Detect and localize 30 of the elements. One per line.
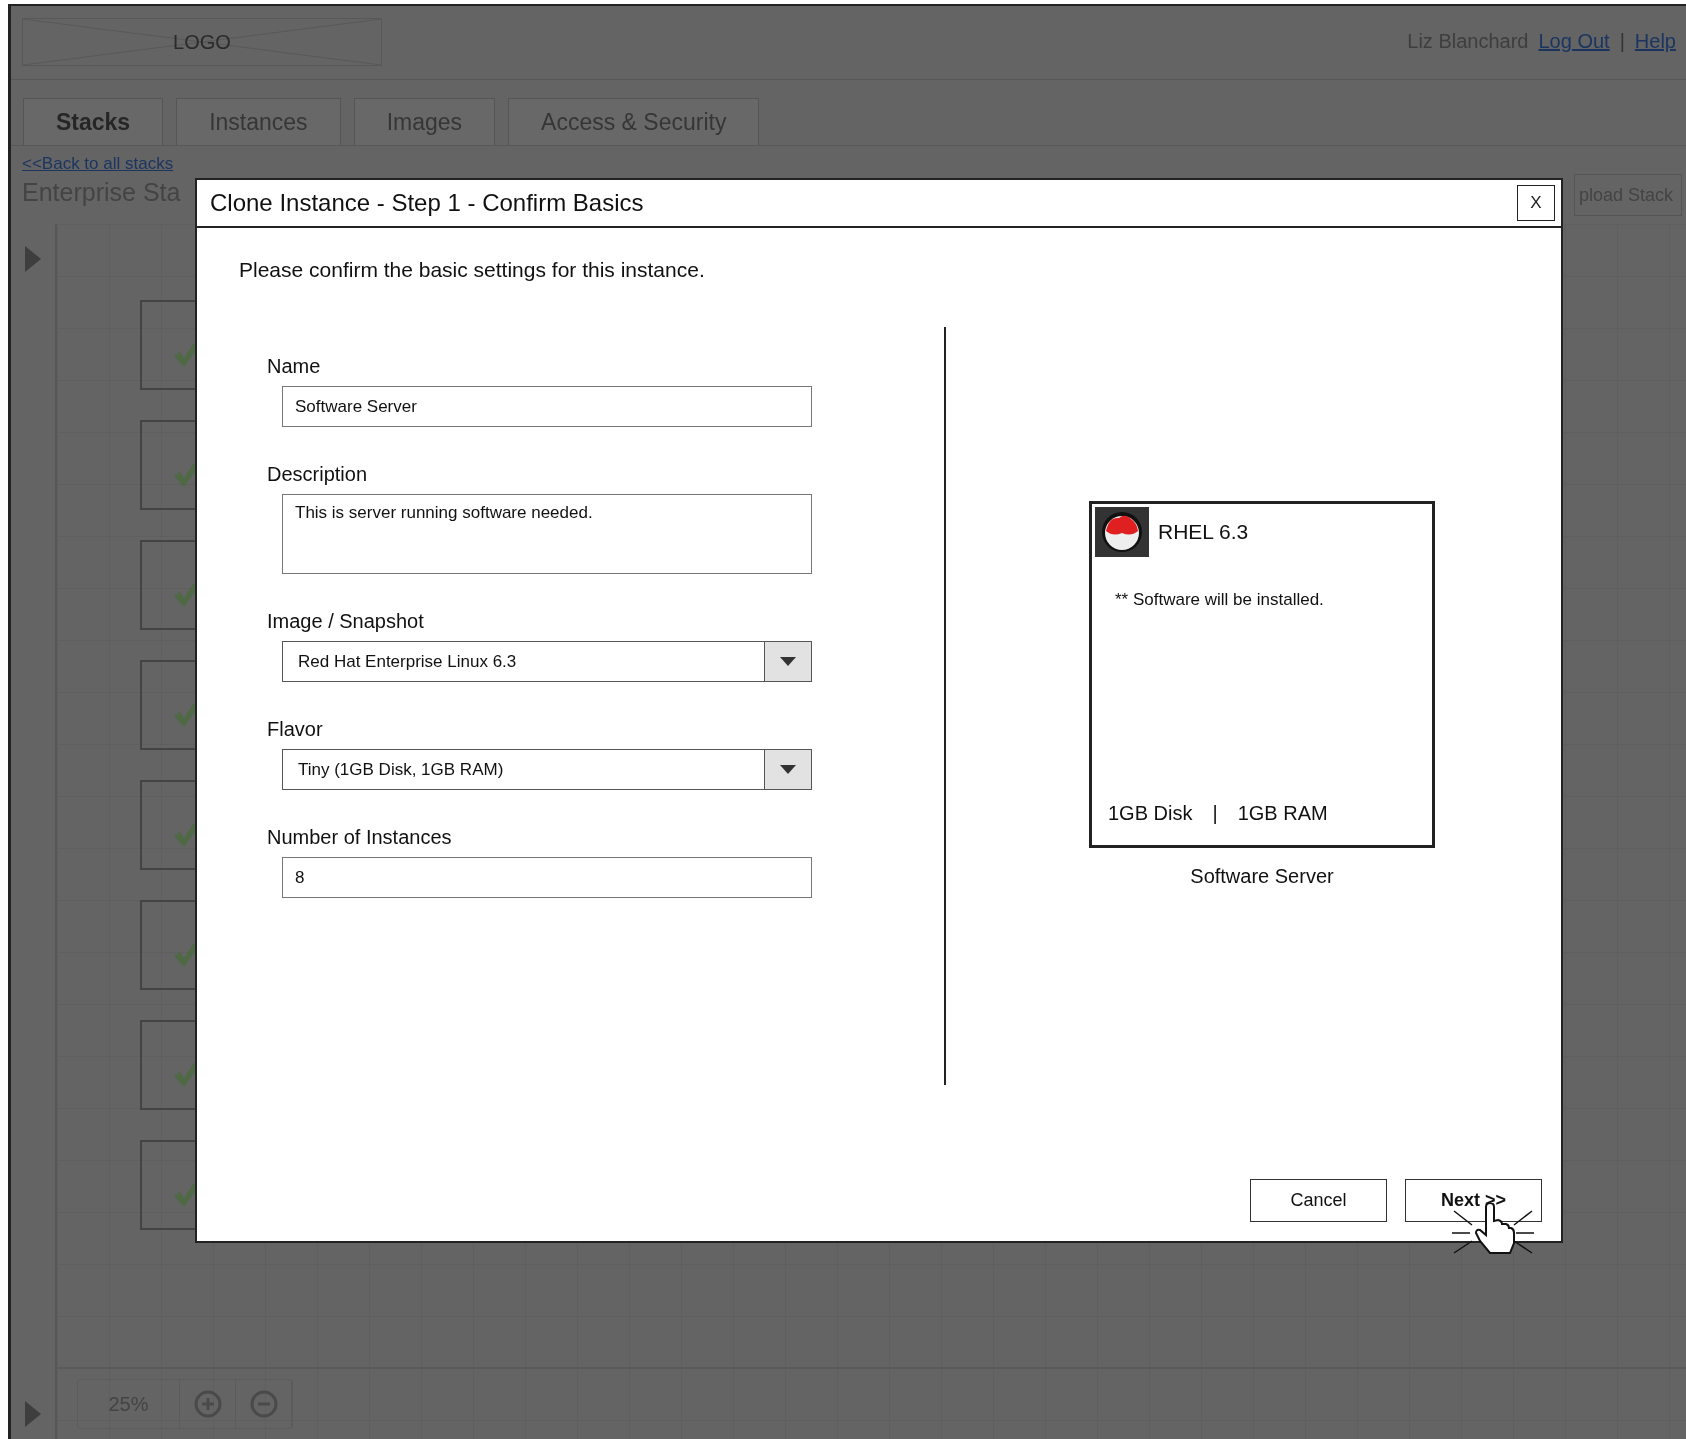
dropdown-field[interactable]: Red Hat Enterprise Linux 6.3 [282, 641, 812, 682]
logo-text: LOGO [173, 30, 231, 54]
cancel-button[interactable]: Cancel [1250, 1179, 1387, 1222]
field-label: Number of Instances [267, 826, 453, 849]
field-label: Image / Snapshot [267, 610, 425, 633]
instruction-text: Please confirm the basic settings for this instance. [239, 258, 706, 282]
instance-name: Software Server [1190, 865, 1334, 888]
minus-icon [249, 1390, 278, 1418]
plus-icon [193, 1390, 222, 1418]
field-label: Name [267, 355, 322, 378]
caret-icon [780, 765, 796, 774]
description-field[interactable]: This is server running software needed. [282, 494, 812, 574]
image-name: RHEL 6.3 [1158, 520, 1249, 544]
expand-icon [25, 1401, 41, 1427]
disk-size: 1GB Disk [1108, 802, 1193, 825]
input-field[interactable]: Software Server [282, 386, 812, 427]
hat-icon [1095, 507, 1149, 557]
next-button[interactable]: Next >> [1405, 1179, 1542, 1222]
expand-icon [25, 246, 41, 272]
field-label: Description [267, 463, 369, 486]
note-text: ** Software will be installed. [1115, 590, 1325, 610]
separator: | [1619, 30, 1625, 53]
dropdown-field[interactable]: Tiny (1GB Disk, 1GB RAM) [282, 749, 812, 790]
input-field[interactable]: 8 [282, 857, 812, 898]
field-label: Flavor [267, 718, 324, 741]
dialog-title: Clone Instance - Step 1 - Confirm Basics [210, 189, 644, 217]
ram-size: 1GB RAM [1237, 802, 1328, 825]
close-button[interactable]: X [1517, 185, 1555, 221]
caret-icon [780, 657, 796, 666]
separator: | [1212, 802, 1218, 825]
